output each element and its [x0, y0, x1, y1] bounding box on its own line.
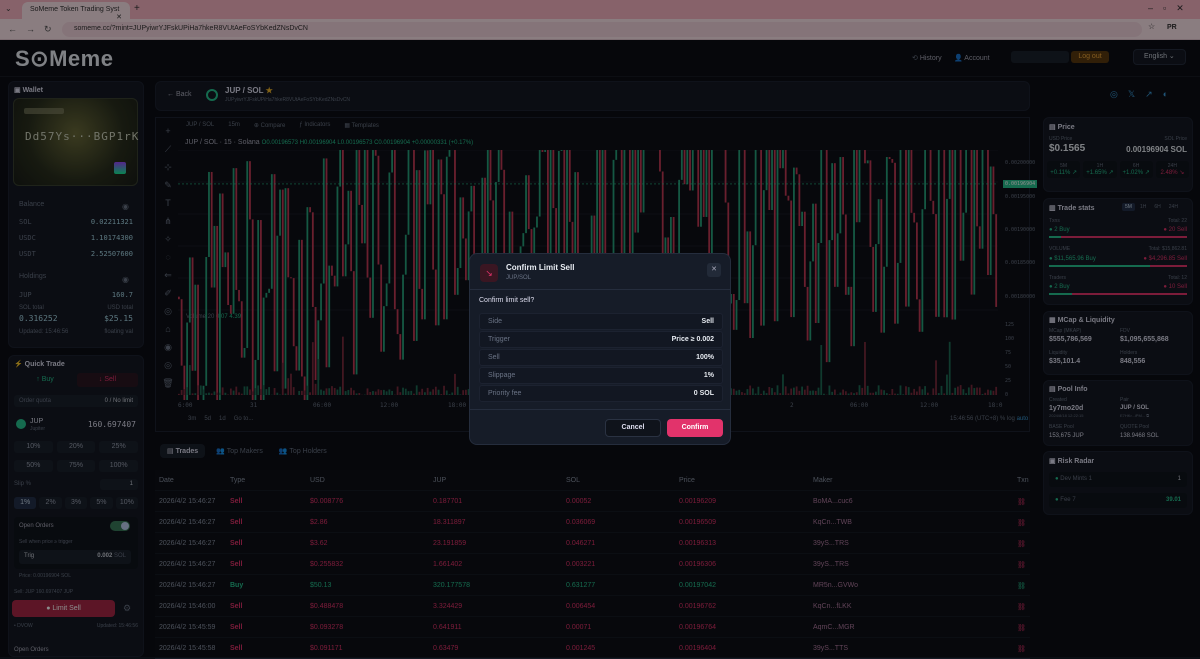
cancel-button[interactable]: Cancel — [605, 419, 661, 437]
modal-title: Confirm Limit Sell — [506, 263, 574, 272]
confirm-button[interactable]: Confirm — [667, 419, 723, 437]
modal-row-priority-fee: Priority fee0 SOL — [479, 385, 723, 402]
sell-arrow-icon: ↘ — [480, 264, 498, 282]
modal-row-trigger: TriggerPrice ≥ 0.002 — [479, 331, 723, 348]
modal-divider — [470, 289, 730, 290]
modal-footer-divider — [470, 409, 730, 410]
modal-row-slippage: Slippage1% — [479, 367, 723, 384]
close-icon[interactable]: ✕ — [707, 263, 721, 277]
confirm-limit-sell-dialog: ↘ Confirm Limit Sell JUP/SOL ✕ Confirm l… — [469, 253, 731, 445]
modal-row-side: SideSell — [479, 313, 723, 330]
modal-subtitle: JUP/SOL — [506, 275, 531, 281]
modal-row-sell: Sell100% — [479, 349, 723, 366]
modal-question: Confirm limit sell? — [479, 297, 534, 304]
